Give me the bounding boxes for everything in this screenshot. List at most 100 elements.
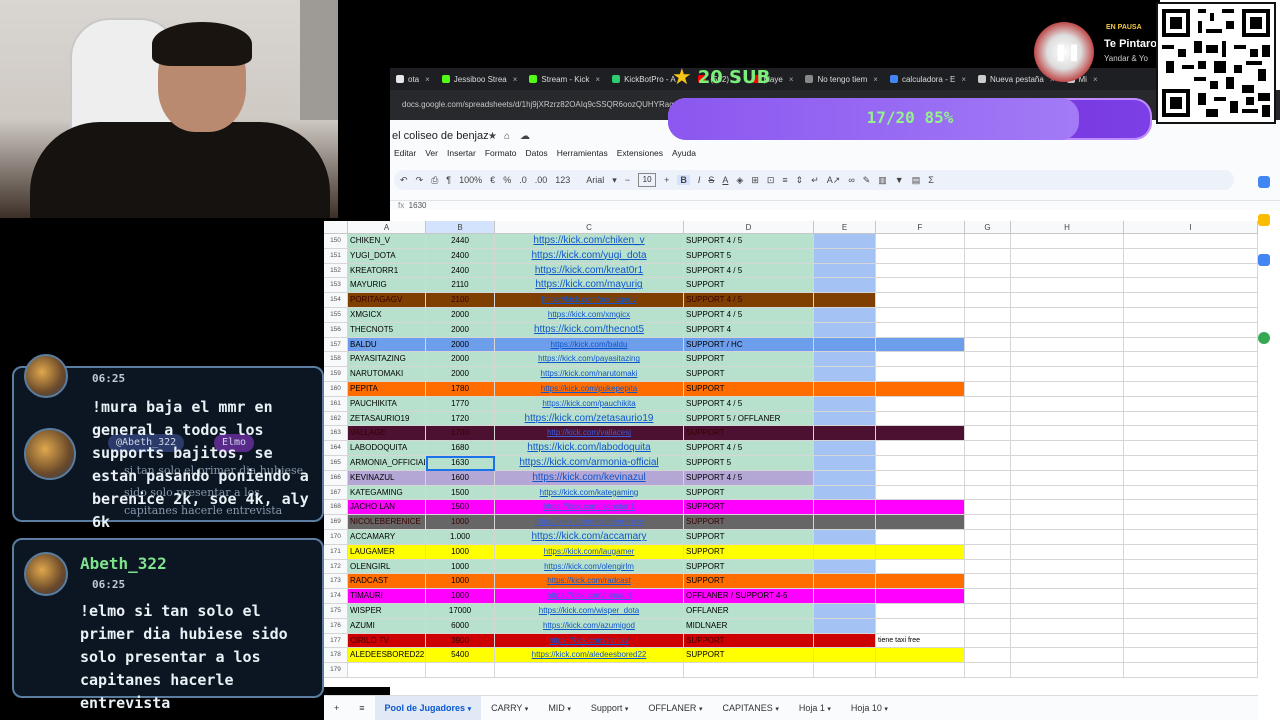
browser-tab[interactable]: Stream - Kick × (523, 68, 606, 90)
empty-cell[interactable] (965, 352, 1011, 368)
kick-link-cell[interactable]: https://kick.com/labodoquita (495, 441, 684, 456)
note-cell[interactable] (876, 337, 965, 353)
browser-tab[interactable]: calculadora - E × (884, 68, 972, 90)
empty-cell[interactable] (814, 470, 876, 486)
menu-item[interactable]: Editar (394, 148, 416, 158)
kick-link-cell[interactable]: https://kick.com/mayurig (495, 278, 684, 294)
empty-cell[interactable] (1011, 648, 1124, 664)
empty-cell[interactable] (965, 426, 1011, 442)
kick-link-cell[interactable]: https://kick.com/accamary (495, 530, 684, 545)
formula-value[interactable]: 1630 (409, 201, 427, 210)
redo-icon[interactable]: ↷ (416, 175, 424, 186)
empty-cell[interactable] (814, 322, 876, 338)
kick-link-cell[interactable]: https://kick.com/aledeesbored22 (495, 648, 684, 664)
note-cell[interactable] (876, 322, 965, 338)
kick-link-cell[interactable]: https://kick.com/wisper_dota (495, 604, 684, 619)
role-cell[interactable]: SUPPORT (684, 278, 814, 294)
column-header[interactable]: E (814, 221, 876, 234)
row-number[interactable]: 150 (324, 234, 348, 249)
empty-cell[interactable] (965, 263, 1011, 279)
row-number[interactable]: 174 (324, 589, 348, 604)
borders-icon[interactable]: ⊞ (751, 175, 759, 186)
empty-cell[interactable] (1011, 248, 1124, 264)
empty-cell[interactable] (1011, 367, 1124, 382)
empty-cell[interactable] (1011, 530, 1124, 545)
player-name-cell[interactable]: PEPITA (348, 382, 426, 397)
mmr-cell[interactable]: 1770 (426, 396, 495, 412)
empty-cell[interactable] (1124, 618, 1258, 634)
empty-cell[interactable] (1011, 308, 1124, 323)
empty-cell[interactable] (814, 633, 876, 649)
player-name-cell[interactable]: MAYURIG (348, 278, 426, 294)
menu-item[interactable]: Ver (425, 148, 438, 158)
align-horizontal-icon[interactable]: ≡ (782, 175, 787, 185)
mmr-cell[interactable]: 2000 (426, 337, 495, 353)
move-folder-icon[interactable]: ⌂ (504, 131, 510, 142)
empty-cell[interactable] (1124, 485, 1258, 501)
empty-cell[interactable] (965, 382, 1011, 397)
text-color-icon[interactable]: A (722, 175, 728, 185)
browser-tab[interactable]: ota × (390, 68, 436, 90)
empty-cell[interactable] (1124, 426, 1258, 442)
row-number[interactable]: 153 (324, 278, 348, 294)
role-cell[interactable]: SUPPORT 4 / 5 (684, 396, 814, 412)
empty-cell[interactable] (1124, 337, 1258, 353)
kick-link-cell[interactable]: https://kick.com/baldu (495, 337, 684, 353)
player-name-cell[interactable]: ACCAMARY (348, 530, 426, 545)
role-cell[interactable]: SUPPORT (684, 648, 814, 664)
role-cell[interactable]: SUPPORT (684, 382, 814, 397)
empty-cell[interactable] (814, 589, 876, 604)
column-header[interactable]: G (965, 221, 1011, 234)
column-header[interactable]: D (684, 221, 814, 234)
empty-cell[interactable] (1011, 633, 1124, 649)
empty-cell[interactable] (1124, 396, 1258, 412)
note-cell[interactable] (876, 426, 965, 442)
mmr-cell[interactable]: 1600 (426, 470, 495, 486)
kick-link-cell[interactable]: https://kick.com/azumigod (495, 618, 684, 634)
select-all-corner[interactable] (324, 221, 348, 234)
kick-link-cell[interactable]: https://kick.com/nicoleberenice (495, 515, 684, 530)
empty-cell[interactable] (1124, 322, 1258, 338)
percent-icon[interactable]: % (503, 175, 511, 185)
row-number[interactable]: 156 (324, 322, 348, 338)
mmr-cell[interactable]: 1680 (426, 441, 495, 456)
empty-cell[interactable] (814, 337, 876, 353)
kick-link-cell[interactable]: https://kick.com/kategaming (495, 485, 684, 501)
empty-cell[interactable] (814, 278, 876, 294)
role-cell[interactable]: SUPPORT 4 / 5 (684, 470, 814, 486)
chevron-down-icon[interactable]: ▾ (525, 706, 529, 713)
row-number[interactable]: 154 (324, 293, 348, 308)
font-size-decrease-icon[interactable]: − (625, 175, 630, 185)
row-number[interactable]: 178 (324, 648, 348, 664)
menu-item[interactable]: Ayuda (672, 148, 696, 158)
menu-item[interactable]: Datos (525, 148, 547, 158)
empty-cell[interactable] (814, 426, 876, 442)
kick-link-cell[interactable]: https://kick.com/radcast (495, 574, 684, 590)
column-header[interactable]: B (426, 221, 495, 234)
mmr-cell[interactable]: 6000 (426, 618, 495, 634)
empty-cell[interactable] (965, 574, 1011, 590)
empty-cell[interactable] (1011, 559, 1124, 575)
text-rotation-icon[interactable]: A↗ (827, 175, 841, 186)
mmr-cell[interactable]: 2110 (426, 278, 495, 294)
empty-cell[interactable] (1011, 322, 1124, 338)
merge-cells-icon[interactable]: ⊡ (767, 175, 775, 186)
sheet-tab[interactable]: Pool de Jugadores ▾ (374, 695, 482, 720)
note-cell[interactable] (876, 604, 965, 619)
empty-cell[interactable] (965, 515, 1011, 530)
empty-cell[interactable] (814, 604, 876, 619)
player-name-cell[interactable] (348, 663, 426, 678)
font-size-increase-icon[interactable]: + (664, 175, 669, 185)
empty-cell[interactable] (1011, 411, 1124, 427)
mmr-cell[interactable]: 1500 (426, 500, 495, 516)
close-icon[interactable]: × (595, 75, 600, 84)
column-header[interactable]: I (1124, 221, 1258, 234)
empty-cell[interactable] (814, 263, 876, 279)
empty-cell[interactable] (965, 485, 1011, 501)
role-cell[interactable] (684, 663, 814, 678)
empty-cell[interactable] (1124, 663, 1258, 678)
mmr-cell[interactable]: 2440 (426, 234, 495, 249)
empty-cell[interactable] (1124, 248, 1258, 264)
note-cell[interactable] (876, 530, 965, 545)
player-name-cell[interactable]: KREATORR1 (348, 263, 426, 279)
